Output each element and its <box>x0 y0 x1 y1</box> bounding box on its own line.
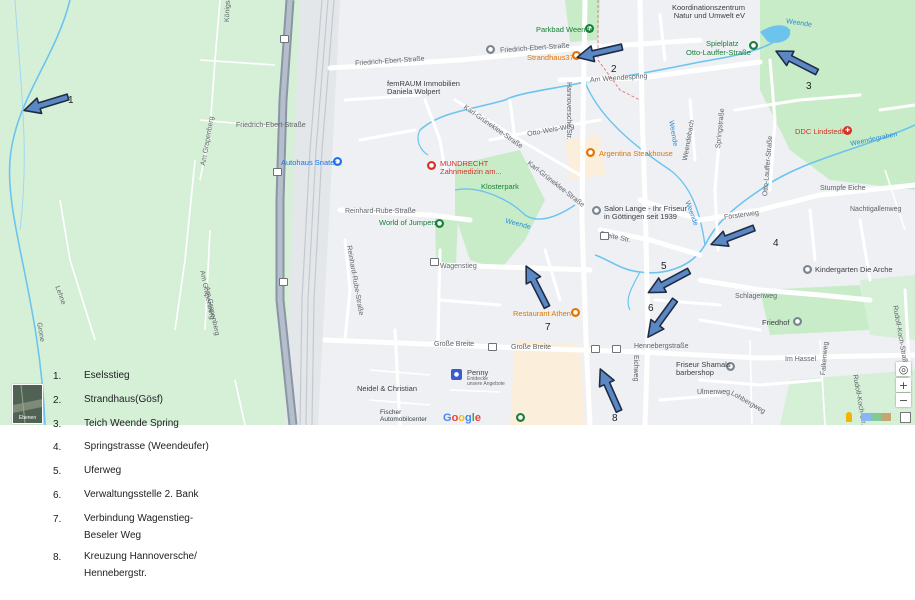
expand-icon[interactable] <box>900 412 911 423</box>
poi-otto-lauffer[interactable]: Otto-Lauffer-Straße <box>686 49 751 57</box>
legend-text: Verwaltungsstelle 2. Bank <box>84 489 199 500</box>
legend-text: Kreuzung Hannoversche/ Hennebergstr. <box>84 551 197 579</box>
street-label: Große Breite <box>511 344 552 351</box>
poi-fischer[interactable]: Fischer Automobilcenter <box>380 409 427 423</box>
cemetery-pin-icon[interactable]: ● <box>793 317 802 326</box>
map-view[interactable]: Königsallee Friedrich-Ebert-Straße Fried… <box>0 0 915 425</box>
street-label: Schlagenweg <box>735 293 778 300</box>
marker-number: 6 <box>648 303 654 314</box>
dentist-pin-icon[interactable]: ● <box>427 161 436 170</box>
poi-parkbad[interactable]: Parkbad Weende <box>536 26 594 34</box>
street-label: Königsallee <box>224 0 233 23</box>
pharmacy-pin-icon[interactable]: ✚ <box>843 126 852 135</box>
street-label: Hannoversche Str. <box>565 82 572 140</box>
street-label: Nachtigallenweg <box>850 206 902 213</box>
map-canvas <box>0 0 915 425</box>
legend-number: 2. <box>53 395 62 406</box>
marker-number: 2 <box>611 64 617 75</box>
legend-text: Eselsstieg <box>84 370 130 381</box>
legend-number: 6. <box>53 490 62 501</box>
poi-mundrecht[interactable]: MUNDRECHT Zahnmedizin am... <box>440 160 502 175</box>
bus-stop-icon[interactable] <box>280 35 289 43</box>
legend-number: 1. <box>53 371 62 382</box>
poi-kindergarten[interactable]: Kindergarten Die Arche <box>815 266 893 274</box>
bus-stop-icon[interactable] <box>612 345 621 353</box>
pegman-icon[interactable] <box>846 412 852 422</box>
legend-text: Verbindung Wagenstieg- Beseler Weg <box>84 513 194 541</box>
salon-pin-icon[interactable]: ● <box>592 206 601 215</box>
poi-salon-lange[interactable]: Salon Lange - Ihr Friseur in Göttingen s… <box>604 205 687 220</box>
school-pin-icon[interactable]: ● <box>803 265 812 274</box>
street-label: Große Breite <box>434 341 475 348</box>
street-label: Stumpfe Eiche <box>820 185 866 192</box>
my-location-button[interactable]: ◎ <box>896 362 911 376</box>
imagery-strip-icon[interactable] <box>861 413 891 421</box>
bus-stop-icon[interactable] <box>600 232 609 240</box>
marker-number: 5 <box>661 261 667 272</box>
street-label: Ulmenweg <box>697 389 731 396</box>
street-label: Wagenstieg <box>440 263 477 270</box>
poi-koordination[interactable]: Koordinationszentrum Natur und Umwelt eV <box>672 4 745 19</box>
legend-text: Strandhaus(Gösf) <box>84 394 163 405</box>
marker-number: 3 <box>806 81 812 92</box>
legend-number: 4. <box>53 442 62 453</box>
bus-stop-icon[interactable] <box>430 258 439 266</box>
poi-strandhaus[interactable]: Strandhaus37 <box>527 54 574 62</box>
poi-friedhof[interactable]: Friedhof <box>762 319 790 327</box>
marker-number: 1 <box>68 95 74 106</box>
street-label: Eichweg <box>632 355 639 382</box>
poi-autohaus[interactable]: Autohaus Snater <box>281 159 337 167</box>
legend-number: 7. <box>53 514 62 525</box>
shop-pin-icon[interactable]: ● <box>451 369 462 380</box>
street-label: Friedrich-Ebert-Straße <box>236 122 306 129</box>
bus-stop-icon[interactable] <box>591 345 600 353</box>
poi-klosterpark[interactable]: Klosterpark <box>481 183 519 191</box>
layers-toggle[interactable]: Ebenen <box>12 384 43 424</box>
legend-number: 5. <box>53 466 62 477</box>
bus-stop-icon[interactable] <box>488 343 497 351</box>
poi-argentina[interactable]: Argentina Steakhouse <box>599 150 673 158</box>
google-logo: Google <box>443 412 481 424</box>
legend-text: Springstrasse (Weendeufer) <box>84 441 209 452</box>
street-label: Im Hassel <box>785 356 817 363</box>
zoom-out-button[interactable]: − <box>896 393 911 407</box>
bus-stop-icon[interactable] <box>273 168 282 176</box>
street-label: Hennebergstraße <box>634 343 689 350</box>
marker-number: 4 <box>773 238 779 249</box>
poi-neidel[interactable]: Neidel & Christian <box>357 385 417 393</box>
street-label: Reinhard-Rube-Straße <box>345 208 416 215</box>
poi-spielplatz[interactable]: Spielplatz <box>706 40 739 48</box>
poi-world-of-jumpers[interactable]: World of Jumpers <box>379 219 438 227</box>
poi-restaurant-athen[interactable]: Restaurant Athen <box>513 310 571 318</box>
marker-number: 7 <box>545 322 551 333</box>
poi-femraum[interactable]: femRAUM Immobilien Daniela Wolpert <box>387 80 460 95</box>
legend-number: 8. <box>53 552 62 563</box>
layers-label: Ebenen <box>18 415 37 421</box>
shop-pin-icon[interactable]: ● <box>516 413 525 422</box>
legend-text: Teich Weende Spring <box>84 418 179 429</box>
zoom-in-button[interactable]: + <box>896 378 911 392</box>
poi-friseur[interactable]: Friseur Shamals barbershop <box>676 361 731 376</box>
restaurant-pin-icon[interactable]: ● <box>586 148 595 157</box>
legend-text: Uferweg <box>84 465 122 476</box>
legend-number: 3. <box>53 419 62 430</box>
marker-number: 8 <box>612 413 618 424</box>
bus-pin-icon[interactable]: ● <box>486 45 495 54</box>
bus-stop-icon[interactable] <box>279 278 288 286</box>
poi-penny-sub: Entdecke unsere Angebote <box>467 376 505 387</box>
restaurant-pin-icon[interactable]: ● <box>571 308 580 317</box>
poi-ddc[interactable]: DDC Lindstedt <box>795 128 844 136</box>
